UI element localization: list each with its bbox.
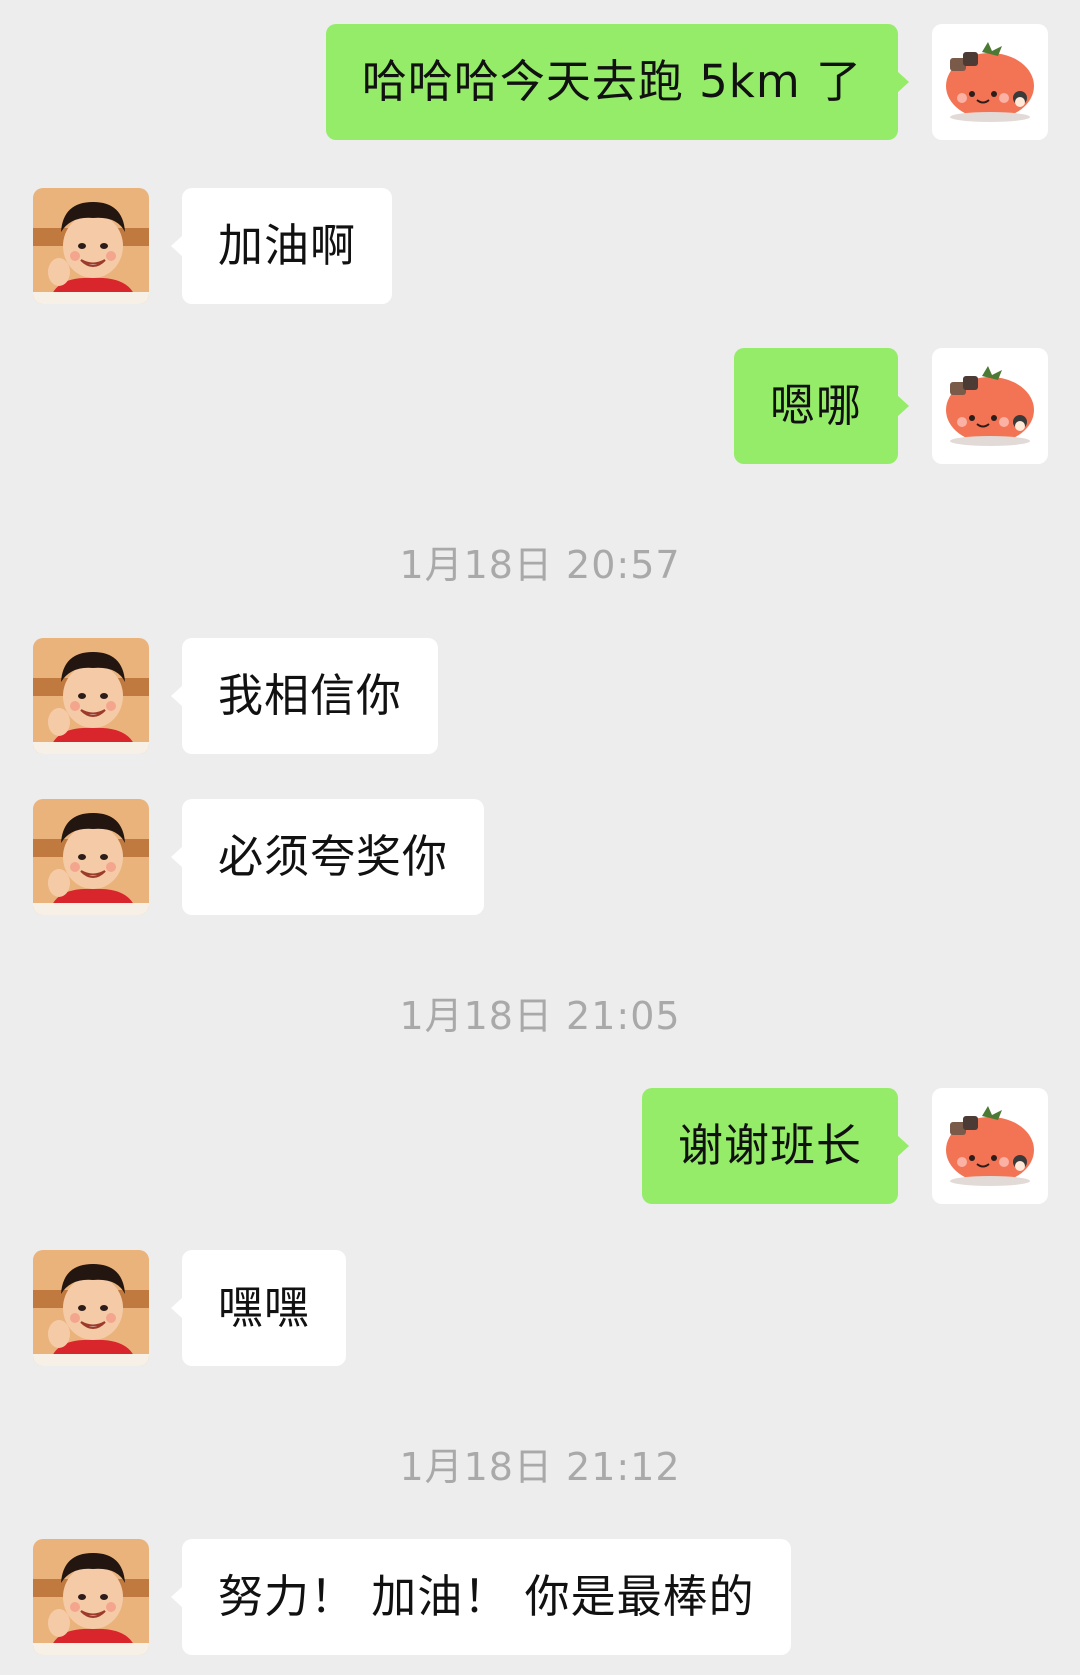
timestamp: 1月18日 20:57 [399, 543, 681, 587]
message-row-received: 必须夸奖你 [0, 799, 1080, 915]
message-row-sent: 谢谢班长 [0, 1088, 1080, 1204]
message-bubble-sent[interactable]: 哈哈哈今天去跑 5km 了 [325, 24, 910, 140]
timestamp: 1月18日 21:12 [399, 1445, 681, 1489]
message-bubble-received[interactable]: 我相信你 [170, 638, 439, 754]
message-row-received: 加油啊 [0, 188, 1080, 304]
message-bubble-received[interactable]: 嘿嘿 [170, 1250, 347, 1366]
message-bubble-received[interactable]: 必须夸奖你 [170, 799, 485, 915]
tomato-avatar-icon[interactable] [932, 24, 1048, 140]
timestamp: 1月18日 21:05 [399, 994, 681, 1038]
message-row-received: 我相信你 [0, 638, 1080, 754]
message-row-sent: 哈哈哈今天去跑 5km 了 [0, 24, 1080, 140]
message-bubble-received[interactable]: 努力！ 加油！ 你是最棒的 [171, 1539, 791, 1655]
message-bubble-received[interactable]: 加油啊 [170, 188, 393, 304]
message-row-sent: 嗯哪 [0, 348, 1080, 464]
message-row-received: 嘿嘿 [0, 1250, 1080, 1366]
contact-avatar[interactable] [33, 188, 149, 304]
message-bubble-sent[interactable]: 谢谢班长 [641, 1088, 910, 1204]
contact-avatar[interactable] [33, 1250, 149, 1366]
message-bubble-sent[interactable]: 嗯哪 [733, 348, 910, 464]
contact-avatar[interactable] [33, 799, 149, 915]
contact-avatar[interactable] [33, 1539, 149, 1655]
tomato-avatar-icon[interactable] [932, 1088, 1048, 1204]
message-row-received: 努力！ 加油！ 你是最棒的 [0, 1539, 1080, 1655]
contact-avatar[interactable] [33, 638, 149, 754]
tomato-avatar-icon[interactable] [932, 348, 1048, 464]
